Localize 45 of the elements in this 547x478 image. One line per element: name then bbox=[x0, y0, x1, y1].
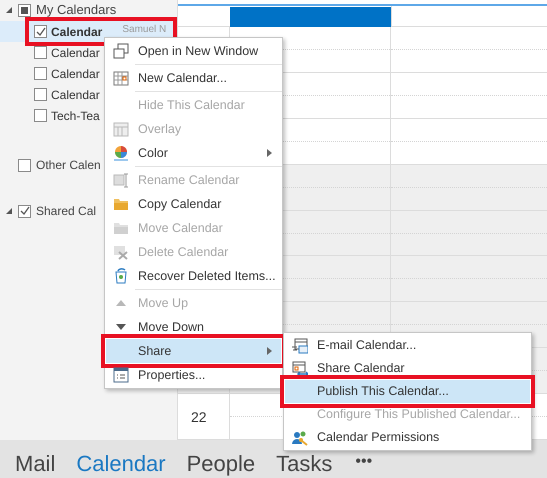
calendar-icon bbox=[113, 172, 129, 188]
menu-item[interactable]: Calendar Permissions bbox=[285, 426, 530, 449]
checkbox[interactable] bbox=[34, 46, 47, 59]
window-icon bbox=[113, 43, 129, 59]
menu-item[interactable]: Publish This Calendar... bbox=[285, 380, 530, 403]
checkbox[interactable] bbox=[18, 204, 31, 218]
menu-item[interactable]: Recover Deleted Items... bbox=[106, 264, 281, 288]
menu-item[interactable]: E-mail Calendar... bbox=[285, 334, 530, 357]
menu-item[interactable]: Share bbox=[106, 339, 281, 363]
menu-item[interactable]: Properties... bbox=[106, 363, 281, 387]
checkbox[interactable] bbox=[18, 4, 31, 16]
recycle-bin-icon bbox=[113, 268, 129, 284]
group-label: My Calendars bbox=[36, 1, 116, 20]
folder-icon bbox=[113, 196, 129, 212]
properties-icon bbox=[113, 367, 129, 383]
email-calendar-icon bbox=[292, 338, 308, 354]
checkbox[interactable] bbox=[34, 25, 47, 38]
checkbox[interactable] bbox=[18, 158, 31, 172]
checkbox[interactable] bbox=[34, 67, 47, 80]
group-label: Other Calen bbox=[36, 157, 101, 174]
checkbox[interactable] bbox=[34, 109, 47, 122]
share-calendar-icon bbox=[292, 360, 308, 376]
people-icon bbox=[292, 430, 308, 446]
more-button[interactable]: ••• bbox=[355, 450, 372, 474]
calendar-icon bbox=[113, 121, 129, 137]
color-wheel-icon bbox=[113, 145, 129, 161]
delete-icon bbox=[113, 244, 129, 260]
date-label: 22 bbox=[191, 409, 207, 426]
expand-arrow-icon[interactable] bbox=[5, 207, 13, 215]
expand-arrow-icon[interactable] bbox=[5, 6, 13, 14]
group-label: Shared Cal bbox=[36, 203, 96, 220]
menu-item[interactable]: New Calendar... bbox=[106, 66, 281, 90]
nav-tab[interactable]: Tasks bbox=[276, 451, 332, 477]
checkbox[interactable] bbox=[34, 88, 47, 101]
calendar-icon bbox=[113, 70, 129, 86]
highlight-frame: Calendar Samuel N bbox=[30, 22, 172, 41]
nav-tab[interactable]: Calendar bbox=[76, 451, 166, 477]
menu-item[interactable]: Copy Calendar bbox=[106, 192, 281, 216]
menu-item[interactable]: Open in New Window bbox=[106, 39, 281, 63]
nav-tab[interactable]: People bbox=[186, 451, 256, 477]
menu-item[interactable]: Move Down bbox=[106, 315, 281, 339]
nav-tab[interactable]: Mail bbox=[15, 451, 56, 477]
menu-item[interactable]: Color bbox=[106, 141, 281, 165]
folder-icon bbox=[113, 220, 129, 236]
menu-item[interactable]: Share Calendar bbox=[285, 357, 530, 380]
